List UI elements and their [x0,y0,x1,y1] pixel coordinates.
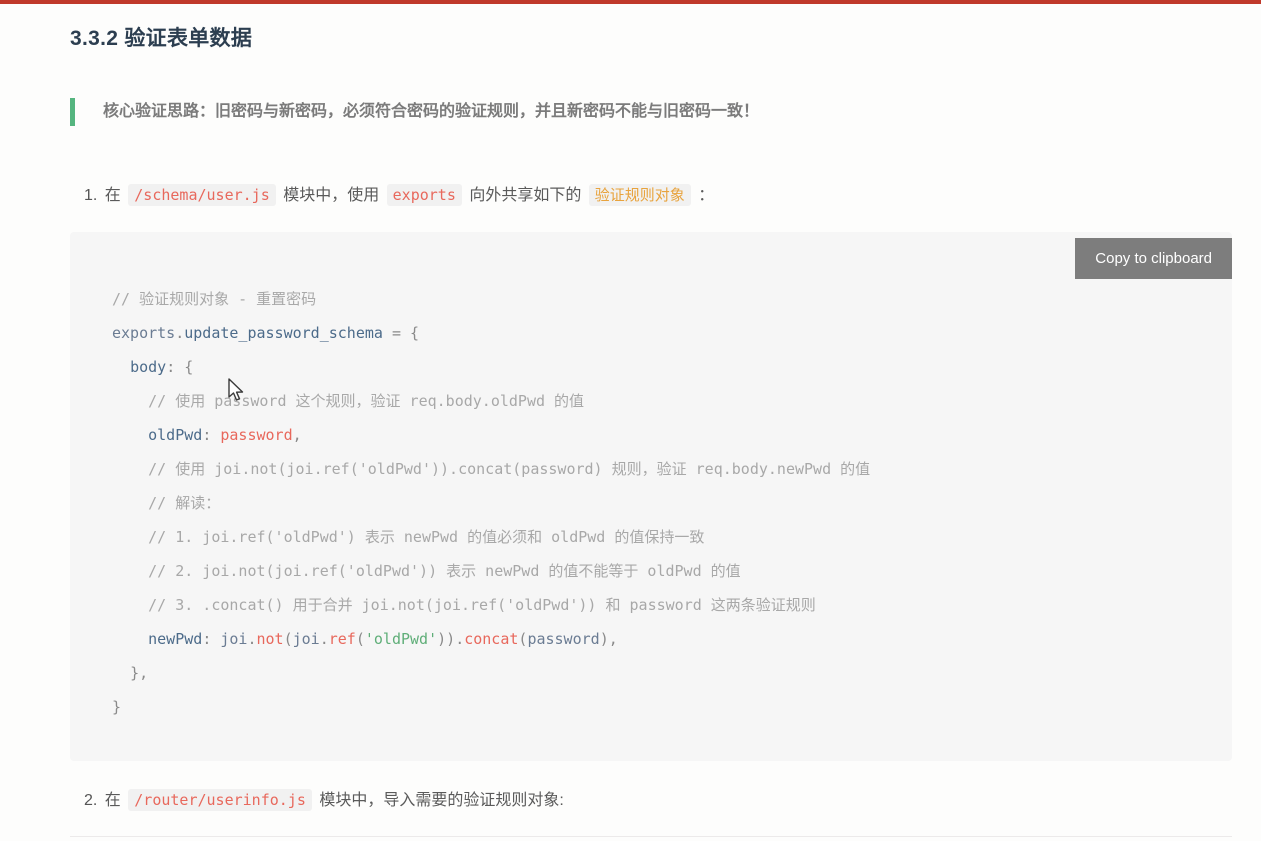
code-line-13: } [112,698,122,716]
list-item-text-1: 模块中，使用 [283,187,380,204]
inline-code-rule-object: 验证规则对象 [588,184,691,206]
list-item: 2. 在 /router/userinfo.js 模块中，导入需要的验证规则对象… [84,787,564,814]
code-line-6: // 使用 joi.not(joi.ref('oldPwd')).concat(… [148,460,871,478]
code-line-9: // 2. joi.not(joi.ref('oldPwd')) 表示 newP… [148,562,741,580]
list-item-text-3: ： [698,187,715,204]
code-line-12: }, [130,664,149,682]
code-line-10: // 3. .concat() 用于合并 joi.not(joi.ref('ol… [148,596,816,614]
page-title: 3.3.2 验证表单数据 [70,27,253,50]
code-line-8: // 1. joi.ref('oldPwd') 表示 newPwd 的值必须和 … [148,528,705,546]
inline-code-schema-path: /schema/user.js [128,184,276,206]
list-item-text-0: 在 [104,792,121,809]
list-item-number: 1. [84,187,98,204]
code-line-7: // 解读： [148,494,221,512]
note-blockquote: 核心验证思路：旧密码与新密码，必须符合密码的验证规则，并且新密码不能与旧密码一致… [70,98,1210,126]
copy-to-clipboard-button[interactable]: Copy to clipboard [1075,238,1232,279]
code-line-1: // 验证规则对象 - 重置密码 [112,290,317,308]
code-block: Copy to clipboard // 验证规则对象 - 重置密码 expor… [70,232,1232,761]
code-line-5: oldPwd: password, [148,426,302,444]
inline-code-exports: exports [386,184,462,206]
code-line-11: newPwd: joi.not(joi.ref('oldPwd')).conca… [148,630,618,648]
document-page: 3.3.2 验证表单数据 核心验证思路：旧密码与新密码，必须符合密码的验证规则，… [0,4,1261,841]
list-item-text-2: 向外共享如下的 [469,187,582,204]
code-line-4: // 使用 password 这个规则，验证 req.body.oldPwd 的… [148,392,585,410]
list-item-text-1: 模块中，导入需要的验证规则对象: [319,792,564,809]
code-block-content[interactable]: // 验证规则对象 - 重置密码 exports.update_password… [112,282,870,724]
section-divider [70,836,1232,837]
note-blockquote-text: 核心验证思路：旧密码与新密码，必须符合密码的验证规则，并且新密码不能与旧密码一致… [103,103,760,120]
list-item-text-0: 在 [104,187,121,204]
inline-code-router-path: /router/userinfo.js [128,789,312,811]
code-line-3: body: { [130,358,194,376]
code-line-2: exports.update_password_schema = { [112,324,420,342]
list-item: 1. 在 /schema/user.js 模块中，使用 exports 向外共享… [84,182,714,209]
list-item-number: 2. [84,792,98,809]
